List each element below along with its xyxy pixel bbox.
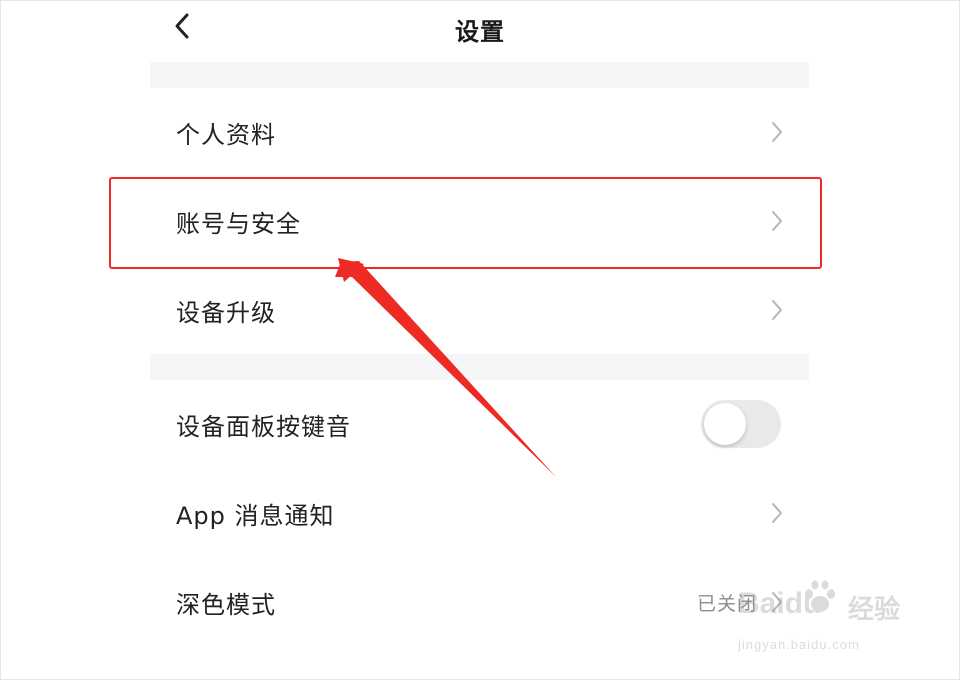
settings-item-device-upgrade[interactable]: 设备升级 (150, 266, 809, 354)
toggle-knob (704, 403, 746, 445)
dark-mode-status: 已关闭 (696, 592, 757, 615)
settings-item-dark-mode[interactable]: 深色模式 已关闭 (150, 558, 809, 646)
chevron-right-icon (772, 211, 782, 231)
chevron-right-icon (772, 503, 782, 523)
settings-item-label: 设备面板按键音 (176, 412, 351, 441)
settings-item-label: 账号与安全 (176, 209, 301, 238)
settings-item-account-security[interactable]: 账号与安全 (150, 177, 809, 265)
section-divider (150, 62, 809, 88)
watermark-product: 经验 (848, 595, 901, 625)
settings-item-label: 设备升级 (176, 298, 276, 327)
settings-item-profile[interactable]: 个人资料 (150, 88, 809, 176)
settings-item-app-notifications[interactable]: App 消息通知 (150, 469, 809, 557)
chevron-right-icon (772, 592, 782, 612)
settings-item-label: 个人资料 (176, 120, 276, 149)
key-sound-toggle[interactable] (701, 400, 781, 448)
chevron-right-icon (772, 122, 782, 142)
chevron-right-icon (772, 300, 782, 320)
settings-item-panel-key-sound: 设备面板按键音 (150, 380, 809, 468)
navigation-bar: 设置 (150, 0, 810, 60)
page-title: 设置 (455, 18, 505, 46)
settings-item-label: App 消息通知 (176, 501, 335, 530)
section-divider (150, 354, 809, 380)
settings-item-label: 深色模式 (176, 590, 276, 619)
